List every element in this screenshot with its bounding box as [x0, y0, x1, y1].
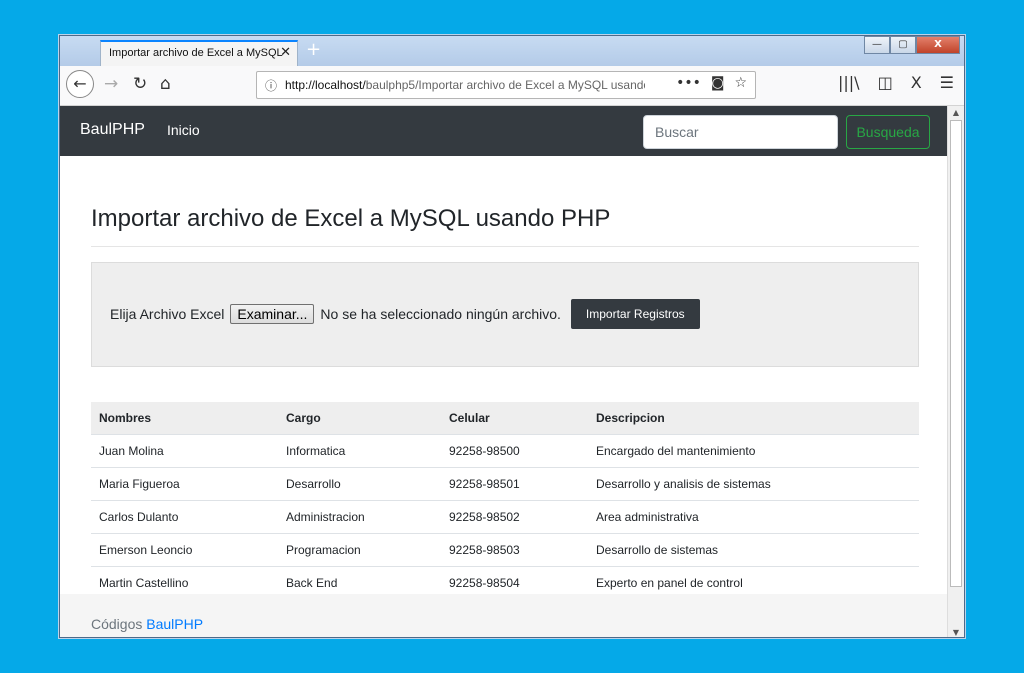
search-input[interactable]: [643, 115, 838, 149]
cell-descripcion: Area administrativa: [588, 500, 919, 534]
library-icon[interactable]: |||\: [838, 73, 860, 92]
url-host: http://localhost/: [285, 78, 366, 92]
table-row: Maria Figueroa Desarrollo 92258-98501 De…: [91, 467, 919, 501]
nav-link-inicio[interactable]: Inicio: [167, 122, 200, 138]
tab-close-icon[interactable]: ✕: [280, 45, 291, 60]
cell-cargo: Administracion: [278, 500, 441, 534]
new-tab-icon[interactable]: +: [306, 39, 321, 60]
close-window-button[interactable]: X: [916, 36, 960, 54]
menu-icon[interactable]: ☰: [940, 73, 954, 92]
footer-text: Códigos BaulPHP: [91, 616, 203, 632]
url-path: baulphp5/Importar archivo de Excel a MyS…: [365, 78, 645, 92]
header-cargo: Cargo: [278, 402, 441, 435]
page-viewport: BaulPHP Inicio Busqueda Importar archivo…: [60, 106, 948, 637]
cell-descripcion: Desarrollo y analisis de sistemas: [588, 467, 919, 501]
search-button[interactable]: Busqueda: [846, 115, 930, 149]
table-row: Juan Molina Informatica 92258-98500 Enca…: [91, 434, 919, 468]
cell-descripcion: Desarrollo de sistemas: [588, 533, 919, 567]
cell-nombre: Carlos Dulanto: [91, 500, 278, 534]
extension-icon[interactable]: X: [911, 73, 922, 92]
cell-cargo: Programacion: [278, 533, 441, 567]
cell-nombre: Juan Molina: [91, 434, 278, 468]
import-form-panel: Elija Archivo Excel Examinar... No se ha…: [91, 262, 919, 367]
back-arrow-icon[interactable]: ←: [66, 70, 94, 98]
url-actions: ••• ◙ ☆: [676, 75, 747, 91]
header-celular: Celular: [441, 402, 588, 435]
url-text[interactable]: http://localhost/baulphp5/Importar archi…: [285, 78, 645, 92]
scroll-down-icon[interactable]: ▼: [948, 628, 964, 637]
bookmark-star-icon[interactable]: ☆: [734, 75, 747, 91]
scrollbar-thumb[interactable]: [950, 120, 962, 587]
browser-tab[interactable]: Importar archivo de Excel a MySQL ✕: [100, 40, 298, 66]
site-navbar: BaulPHP Inicio Busqueda: [60, 106, 948, 156]
tab-title: Importar archivo de Excel a MySQL: [109, 47, 283, 59]
pocket-icon[interactable]: ◙: [711, 75, 725, 91]
vertical-scrollbar[interactable]: ▲ ▼: [947, 106, 964, 637]
window-controls: — ▢ X: [864, 36, 960, 54]
header-nombres: Nombres: [91, 402, 278, 435]
scroll-up-icon[interactable]: ▲: [948, 108, 964, 117]
cell-descripcion: Encargado del mantenimiento: [588, 434, 919, 468]
cell-celular: 92258-98500: [441, 434, 588, 468]
table-header-row: Nombres Cargo Celular Descripcion: [91, 402, 919, 435]
cell-nombre: Maria Figueroa: [91, 467, 278, 501]
site-footer: Códigos BaulPHP: [60, 594, 948, 637]
site-brand[interactable]: BaulPHP: [80, 121, 145, 139]
footer-label: Códigos: [91, 616, 143, 632]
cell-celular: 92258-98501: [441, 467, 588, 501]
file-upload-row: Elija Archivo Excel Examinar... No se ha…: [110, 299, 700, 329]
maximize-button[interactable]: ▢: [890, 36, 916, 54]
header-descripcion: Descripcion: [588, 402, 919, 435]
cell-celular: 92258-98502: [441, 500, 588, 534]
footer-link[interactable]: BaulPHP: [146, 616, 203, 632]
import-records-button[interactable]: Importar Registros: [570, 299, 700, 329]
records-table: Nombres Cargo Celular Descripcion Juan M…: [91, 402, 919, 600]
cell-cargo: Desarrollo: [278, 467, 441, 501]
info-icon[interactable]: ⓘ: [265, 77, 277, 94]
page-title: Importar archivo de Excel a MySQL usando…: [91, 205, 611, 232]
minimize-button[interactable]: —: [864, 36, 890, 54]
toolbar-tools: |||\ ◫ X ☰: [838, 73, 954, 92]
table-row: Carlos Dulanto Administracion 92258-9850…: [91, 500, 919, 534]
home-icon[interactable]: ⌂: [160, 74, 171, 94]
file-status-text: No se ha seleccionado ningún archivo.: [320, 306, 561, 322]
address-bar[interactable]: ⓘ http://localhost/baulphp5/Importar arc…: [256, 71, 756, 99]
table-row: Emerson Leoncio Programacion 92258-98503…: [91, 533, 919, 567]
cell-nombre: Emerson Leoncio: [91, 533, 278, 567]
file-label: Elija Archivo Excel: [110, 306, 225, 322]
divider: [91, 246, 919, 247]
cell-celular: 92258-98503: [441, 533, 588, 567]
browser-toolbar: ← → ↻ ⌂ ⓘ http://localhost/baulphp5/Impo…: [60, 66, 964, 106]
cell-cargo: Informatica: [278, 434, 441, 468]
browse-file-button[interactable]: Examinar...: [230, 304, 315, 324]
forward-arrow-icon[interactable]: →: [104, 74, 118, 94]
page-actions-icon[interactable]: •••: [676, 75, 701, 91]
browser-window: Importar archivo de Excel a MySQL ✕ + — …: [59, 35, 965, 638]
title-bar: Importar archivo de Excel a MySQL ✕ + — …: [60, 36, 964, 66]
sidebar-icon[interactable]: ◫: [878, 73, 893, 92]
reload-icon[interactable]: ↻: [133, 74, 147, 94]
